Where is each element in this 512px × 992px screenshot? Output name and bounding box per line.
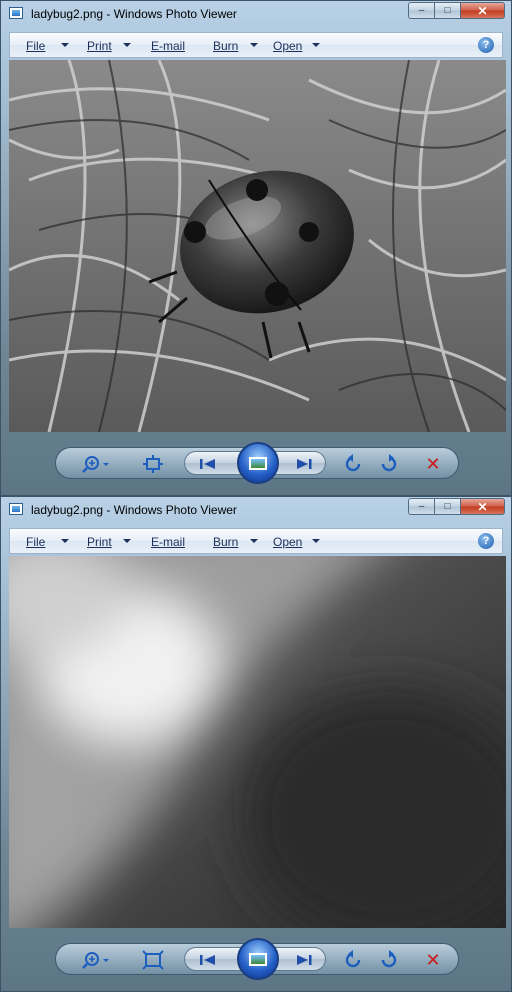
print-dropdown-arrow-icon[interactable] bbox=[123, 539, 131, 543]
minimize-button[interactable]: – bbox=[408, 2, 435, 19]
fit-to-window-icon bbox=[142, 950, 164, 970]
close-button[interactable]: ✕ bbox=[461, 2, 505, 19]
title-bar[interactable]: ladybug2.png - Windows Photo Viewer – □ … bbox=[1, 1, 511, 27]
maximize-icon: □ bbox=[444, 501, 451, 512]
menu-print[interactable]: Print bbox=[87, 535, 112, 549]
file-dropdown-arrow-icon[interactable] bbox=[61, 539, 69, 543]
menu-file-label: File bbox=[26, 535, 46, 549]
actual-size-icon bbox=[143, 455, 163, 473]
previous-button[interactable] bbox=[193, 456, 223, 471]
slideshow-button[interactable] bbox=[237, 442, 279, 484]
menu-email-label: E-mail bbox=[151, 535, 186, 549]
bottom-toolbar: ✕ bbox=[55, 442, 459, 484]
zoom-icon bbox=[82, 952, 109, 969]
rotate-clockwise-icon bbox=[381, 454, 397, 472]
menu-print-label: Print bbox=[87, 535, 112, 549]
open-dropdown-arrow-icon[interactable] bbox=[312, 43, 320, 47]
menu-bar: File Print E-mail Burn Open ? bbox=[9, 32, 503, 58]
menu-email-label: E-mail bbox=[151, 39, 186, 53]
menu-file[interactable]: File bbox=[26, 39, 45, 53]
menu-burn[interactable]: Burn bbox=[213, 39, 238, 53]
menu-open-label: Open bbox=[273, 535, 303, 549]
help-icon[interactable]: ? bbox=[478, 533, 494, 549]
rotate-counterclockwise-icon bbox=[345, 950, 361, 968]
help-icon[interactable]: ? bbox=[478, 37, 494, 53]
rotate-clockwise-button[interactable] bbox=[376, 950, 400, 970]
print-dropdown-arrow-icon[interactable] bbox=[123, 43, 131, 47]
window-title: ladybug2.png - Windows Photo Viewer bbox=[31, 503, 237, 517]
maximize-icon: □ bbox=[444, 5, 451, 16]
zoom-button[interactable] bbox=[80, 454, 114, 474]
delete-icon: ✕ bbox=[425, 453, 441, 474]
minimize-icon: – bbox=[418, 5, 425, 16]
delete-icon: ✕ bbox=[425, 949, 441, 970]
fit-to-window-button[interactable] bbox=[140, 950, 166, 970]
image-viewport[interactable] bbox=[9, 556, 506, 928]
zoom-icon bbox=[82, 456, 109, 473]
window-controls: – □ ✕ bbox=[408, 2, 505, 20]
menu-bar: File Print E-mail Burn Open ? bbox=[9, 528, 503, 554]
title-bar[interactable]: ladybug2.png - Windows Photo Viewer – □ … bbox=[1, 497, 511, 523]
previous-icon bbox=[200, 954, 215, 965]
menu-open[interactable]: Open bbox=[273, 535, 302, 549]
slideshow-button[interactable] bbox=[237, 938, 279, 980]
slideshow-icon bbox=[249, 456, 267, 470]
minimize-icon: – bbox=[418, 501, 425, 512]
next-icon bbox=[297, 954, 312, 965]
actual-size-button[interactable] bbox=[140, 454, 166, 474]
maximize-button[interactable]: □ bbox=[435, 2, 461, 19]
slideshow-icon bbox=[249, 952, 267, 966]
ladybug-photo bbox=[9, 60, 506, 432]
file-dropdown-arrow-icon[interactable] bbox=[61, 43, 69, 47]
next-button[interactable] bbox=[289, 456, 319, 471]
close-button[interactable]: ✕ bbox=[461, 498, 505, 515]
rotate-counterclockwise-button[interactable] bbox=[342, 950, 366, 970]
close-icon: ✕ bbox=[477, 499, 488, 514]
previous-icon bbox=[200, 458, 215, 469]
menu-email[interactable]: E-mail bbox=[151, 535, 185, 549]
photo-viewer-window-2: ladybug2.png - Windows Photo Viewer – □ … bbox=[0, 496, 512, 992]
menu-burn-label: Burn bbox=[213, 39, 239, 53]
window-title: ladybug2.png - Windows Photo Viewer bbox=[31, 7, 237, 21]
delete-button[interactable]: ✕ bbox=[420, 454, 446, 474]
open-dropdown-arrow-icon[interactable] bbox=[312, 539, 320, 543]
previous-button[interactable] bbox=[193, 952, 223, 967]
rotate-clockwise-icon bbox=[381, 950, 397, 968]
rotate-clockwise-button[interactable] bbox=[376, 454, 400, 474]
burn-dropdown-arrow-icon[interactable] bbox=[250, 43, 258, 47]
close-icon: ✕ bbox=[477, 3, 488, 18]
zoom-button[interactable] bbox=[80, 950, 114, 970]
menu-email[interactable]: E-mail bbox=[151, 39, 185, 53]
menu-print[interactable]: Print bbox=[87, 39, 112, 53]
bottom-toolbar: ✕ bbox=[55, 938, 459, 980]
delete-button[interactable]: ✕ bbox=[420, 950, 446, 970]
maximize-button[interactable]: □ bbox=[435, 498, 461, 515]
menu-open[interactable]: Open bbox=[273, 39, 302, 53]
menu-print-label: Print bbox=[87, 39, 112, 53]
menu-file-label: File bbox=[26, 39, 46, 53]
next-icon bbox=[297, 458, 312, 469]
menu-open-label: Open bbox=[273, 39, 303, 53]
menu-burn[interactable]: Burn bbox=[213, 535, 238, 549]
menu-file[interactable]: File bbox=[26, 535, 45, 549]
menu-burn-label: Burn bbox=[213, 535, 239, 549]
photo-viewer-window-1: ladybug2.png - Windows Photo Viewer – □ … bbox=[0, 0, 512, 496]
photo-viewer-app-icon bbox=[9, 7, 23, 19]
next-button[interactable] bbox=[289, 952, 319, 967]
window-controls: – □ ✕ bbox=[408, 498, 505, 516]
rotate-counterclockwise-button[interactable] bbox=[342, 454, 366, 474]
zoomed-photo bbox=[9, 556, 506, 928]
rotate-counterclockwise-icon bbox=[345, 454, 361, 472]
burn-dropdown-arrow-icon[interactable] bbox=[250, 539, 258, 543]
photo-viewer-app-icon bbox=[9, 503, 23, 515]
image-viewport[interactable] bbox=[9, 60, 506, 432]
minimize-button[interactable]: – bbox=[408, 498, 435, 515]
